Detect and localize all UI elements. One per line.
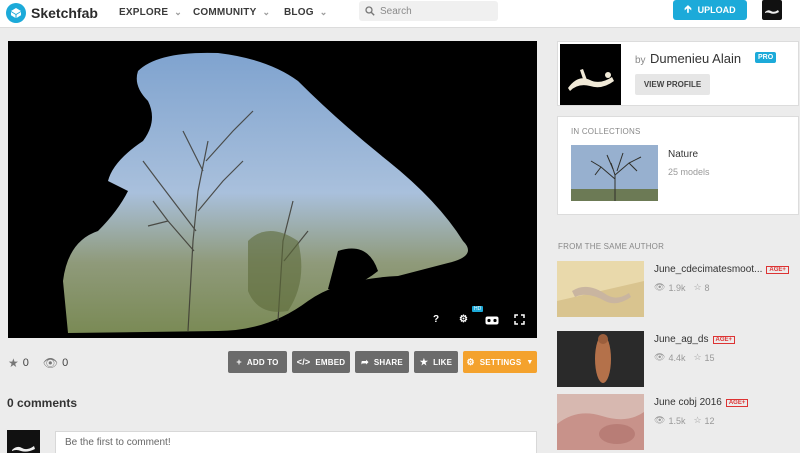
eye-icon: 👁 — [654, 352, 666, 362]
related-model[interactable]: June cobj 2016 AGE+ 👁 1.5k ☆ 12 — [557, 394, 800, 450]
collections-card: IN COLLECTIONS Nature 25 models — [557, 116, 799, 215]
view-profile-button[interactable]: VIEW PROFILE — [635, 74, 710, 95]
upload-label: UPLOAD — [697, 5, 736, 15]
star-icon: ☆ — [693, 415, 702, 425]
collection-name[interactable]: Nature — [668, 149, 698, 160]
related-model-views: 1.9k — [668, 282, 686, 293]
upload-arrow-icon: 🡱 — [684, 3, 692, 15]
model-viewer[interactable]: ? ⚙ HD — [8, 41, 537, 338]
chevron-down-icon: ⌄ — [174, 7, 182, 17]
chevron-down-icon: ⌄ — [262, 7, 271, 17]
view-count: 0 — [62, 357, 69, 369]
share-icon: ➦ — [361, 356, 369, 367]
vr-icon[interactable] — [485, 316, 499, 325]
related-model-title[interactable]: June_ag_ds AGE+ — [654, 334, 736, 345]
related-model-title[interactable]: June_cdecimatesmoot... AGE+ — [654, 264, 789, 275]
search-icon — [365, 6, 375, 16]
same-author-heading: FROM THE SAME AUTHOR — [558, 242, 665, 251]
star-icon: ☆ — [693, 282, 702, 292]
top-nav: Sketchfab EXPLORE ⌄ COMMUNITY ⌄ BLOG ⌄ 🡱… — [0, 0, 800, 28]
like-button[interactable]: ★ LIKE — [414, 351, 458, 373]
related-model-name: June cobj 2016 — [654, 397, 722, 408]
comment-input[interactable]: Be the first to comment! — [55, 431, 537, 453]
add-to-button[interactable]: + ADD TO — [228, 351, 287, 373]
nav-community[interactable]: COMMUNITY ⌄ — [193, 7, 270, 18]
nav-blog-label: BLOG — [284, 7, 314, 18]
embed-button[interactable]: </> EMBED — [292, 351, 350, 373]
eye-icon: 👁 — [654, 282, 666, 292]
by-label: by — [635, 55, 646, 66]
sketchfab-logo-icon — [6, 3, 26, 23]
related-model-stats: 👁 1.5k ☆ 12 — [654, 415, 715, 426]
settings-button[interactable]: ⚙ SETTINGS ▼ — [463, 351, 537, 373]
nav-blog[interactable]: BLOG ⌄ — [284, 7, 327, 18]
eye-icon: 👁 — [654, 415, 666, 425]
search-box[interactable] — [359, 1, 498, 21]
related-model-thumbnail[interactable] — [557, 261, 644, 317]
age-badge: AGE+ — [712, 336, 736, 344]
help-button[interactable]: ? — [433, 314, 439, 325]
model-scene — [63, 52, 468, 334]
related-model-stats: 👁 1.9k ☆ 8 — [654, 282, 710, 293]
collection-thumbnail[interactable] — [571, 145, 658, 201]
share-label: SHARE — [373, 357, 403, 367]
settings-icon[interactable]: ⚙ — [459, 314, 468, 325]
star-icon: ★ — [419, 356, 429, 367]
fullscreen-icon[interactable] — [514, 314, 525, 325]
star-icon: ★ — [8, 356, 19, 370]
comments-title: 0 comments — [7, 396, 78, 410]
collections-heading: IN COLLECTIONS — [571, 127, 641, 136]
eye-icon: 👁 — [42, 356, 59, 370]
hd-badge: HD — [472, 306, 484, 312]
caret-down-icon: ▼ — [526, 358, 534, 366]
author-card: by Dumenieu Alain PRO VIEW PROFILE — [557, 41, 799, 106]
author-avatar[interactable] — [560, 44, 621, 105]
brand-logo[interactable]: Sketchfab — [6, 3, 98, 23]
related-model-name: June_cdecimatesmoot... — [654, 264, 763, 275]
like-count: 0 — [22, 357, 29, 369]
model-stats: ★ 0 👁 0 — [8, 356, 68, 370]
related-model[interactable]: June_cdecimatesmoot... AGE+ 👁 1.9k ☆ 8 — [557, 261, 800, 317]
chevron-down-icon: ⌄ — [319, 7, 328, 17]
search-input[interactable] — [380, 5, 490, 17]
related-model-title[interactable]: June cobj 2016 AGE+ — [654, 397, 749, 408]
age-badge: AGE+ — [725, 399, 749, 407]
like-label: LIKE — [433, 357, 453, 367]
user-avatar[interactable] — [762, 0, 782, 20]
nav-community-label: COMMUNITY — [193, 7, 257, 18]
related-model-stats: 👁 4.4k ☆ 15 — [654, 352, 715, 363]
related-model-thumbnail[interactable] — [557, 331, 644, 387]
plus-icon: + — [236, 357, 242, 367]
nav-explore-label: EXPLORE — [119, 7, 169, 18]
collection-count: 25 models — [668, 167, 710, 177]
upload-button[interactable]: 🡱 UPLOAD — [673, 0, 747, 20]
star-icon: ☆ — [693, 352, 702, 362]
share-button[interactable]: ➦ SHARE — [355, 351, 409, 373]
related-model-likes: 12 — [704, 415, 715, 426]
brand-name: Sketchfab — [31, 5, 98, 21]
gear-icon: ⚙ — [466, 356, 475, 367]
settings-label: SETTINGS — [479, 357, 522, 367]
author-name[interactable]: Dumenieu Alain — [650, 51, 741, 66]
comment-avatar — [7, 430, 40, 453]
related-model[interactable]: June_ag_ds AGE+ 👁 4.4k ☆ 15 — [557, 331, 800, 387]
age-badge: AGE+ — [766, 266, 789, 274]
related-model-likes: 15 — [704, 352, 715, 363]
embed-label: EMBED — [315, 357, 346, 367]
related-model-thumbnail[interactable] — [557, 394, 644, 450]
nav-explore[interactable]: EXPLORE ⌄ — [119, 7, 182, 18]
related-model-name: June_ag_ds — [654, 334, 709, 345]
add-to-label: ADD TO — [246, 357, 279, 367]
related-model-views: 4.4k — [668, 352, 686, 363]
related-model-likes: 8 — [704, 282, 710, 293]
related-model-views: 1.5k — [668, 415, 686, 426]
code-icon: </> — [296, 357, 311, 367]
pro-badge: PRO — [755, 52, 777, 63]
